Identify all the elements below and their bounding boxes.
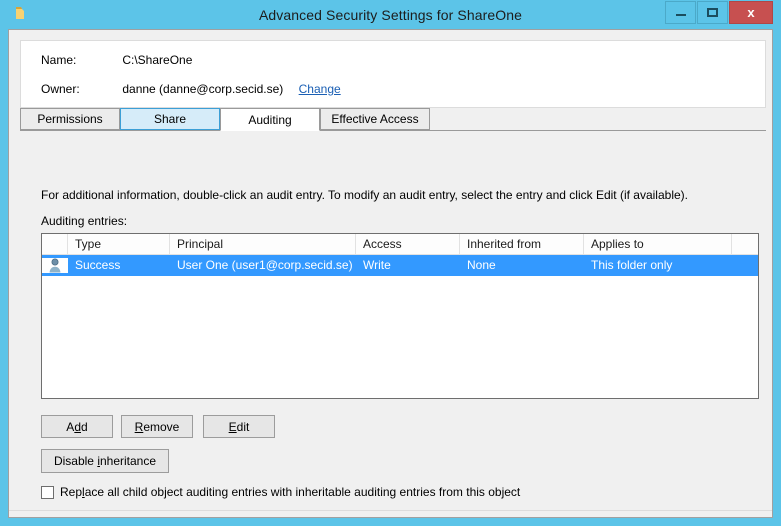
cell-applies-to: This folder only xyxy=(584,255,732,276)
auditing-entries-table[interactable]: Type Principal Access Inherited from App… xyxy=(41,233,759,399)
table-row[interactable]: Success User One (user1@corp.secid.se) W… xyxy=(42,255,758,276)
close-button[interactable]: x xyxy=(729,1,773,24)
disable-inheritance-label: Disable inheritance xyxy=(54,454,156,468)
tab-permissions-label: Permissions xyxy=(37,112,102,126)
name-label: Name: xyxy=(41,53,119,67)
cell-principal: User One (user1@corp.secid.se) xyxy=(170,255,356,276)
column-header-principal[interactable]: Principal xyxy=(170,234,356,254)
column-header-spacer[interactable] xyxy=(732,234,758,254)
maximize-icon xyxy=(707,8,718,17)
column-header-icon[interactable] xyxy=(42,234,68,254)
replace-child-entries-label: Replace all child object auditing entrie… xyxy=(60,485,520,499)
tab-share-label: Share xyxy=(154,112,186,126)
cell-type: Success xyxy=(68,255,170,276)
owner-label: Owner: xyxy=(41,82,119,96)
folder-icon xyxy=(12,5,30,23)
table-header-row: Type Principal Access Inherited from App… xyxy=(42,234,758,255)
cell-inherited-from: None xyxy=(460,255,584,276)
close-icon: x xyxy=(747,5,754,20)
tab-auditing[interactable]: Auditing xyxy=(220,108,320,131)
column-header-access[interactable]: Access xyxy=(356,234,460,254)
dialog-button-bar xyxy=(9,510,772,518)
minimize-icon xyxy=(676,14,686,16)
title-bar: Advanced Security Settings for ShareOne … xyxy=(8,0,773,29)
tab-auditing-label: Auditing xyxy=(248,113,291,127)
row-user-icon-cell xyxy=(42,258,68,273)
column-header-applies-to[interactable]: Applies to xyxy=(584,234,732,254)
description-text: For additional information, double-click… xyxy=(41,188,688,202)
tab-effective-access[interactable]: Effective Access xyxy=(320,108,430,130)
edit-button[interactable]: Edit xyxy=(203,415,275,438)
add-button[interactable]: Add xyxy=(41,415,113,438)
add-button-label: Add xyxy=(66,420,87,434)
window-controls: x xyxy=(664,1,773,24)
replace-child-entries-row[interactable]: Replace all child object auditing entrie… xyxy=(41,485,520,499)
minimize-button[interactable] xyxy=(665,1,696,24)
change-owner-link[interactable]: Change xyxy=(299,82,341,96)
edit-button-label: Edit xyxy=(229,420,250,434)
maximize-button[interactable] xyxy=(697,1,728,24)
user-icon xyxy=(48,258,62,273)
replace-child-entries-checkbox[interactable] xyxy=(41,486,54,499)
tab-strip: Permissions Share Auditing Effective Acc… xyxy=(20,108,766,131)
tab-share[interactable]: Share xyxy=(120,108,220,130)
remove-button[interactable]: Remove xyxy=(121,415,193,438)
column-header-inherited-from[interactable]: Inherited from xyxy=(460,234,584,254)
owner-value: danne (danne@corp.secid.se) xyxy=(122,82,283,96)
window-title: Advanced Security Settings for ShareOne xyxy=(8,7,773,23)
column-header-type[interactable]: Type xyxy=(68,234,170,254)
tab-baseline xyxy=(20,130,766,131)
disable-inheritance-button[interactable]: Disable inheritance xyxy=(41,449,169,473)
tab-permissions[interactable]: Permissions xyxy=(20,108,120,130)
name-row: Name: C:\ShareOne xyxy=(41,53,192,67)
auditing-entries-label: Auditing entries: xyxy=(41,214,127,228)
object-header-panel: Name: C:\ShareOne Owner: danne (danne@co… xyxy=(20,40,766,108)
tab-effective-access-label: Effective Access xyxy=(331,112,418,126)
remove-button-label: Remove xyxy=(135,420,180,434)
dialog-client-area: Name: C:\ShareOne Owner: danne (danne@co… xyxy=(8,29,773,518)
dialog-window: Advanced Security Settings for ShareOne … xyxy=(0,0,781,526)
cell-access: Write xyxy=(356,255,460,276)
name-value: C:\ShareOne xyxy=(122,53,192,67)
owner-row: Owner: danne (danne@corp.secid.se) Chang… xyxy=(41,82,341,96)
